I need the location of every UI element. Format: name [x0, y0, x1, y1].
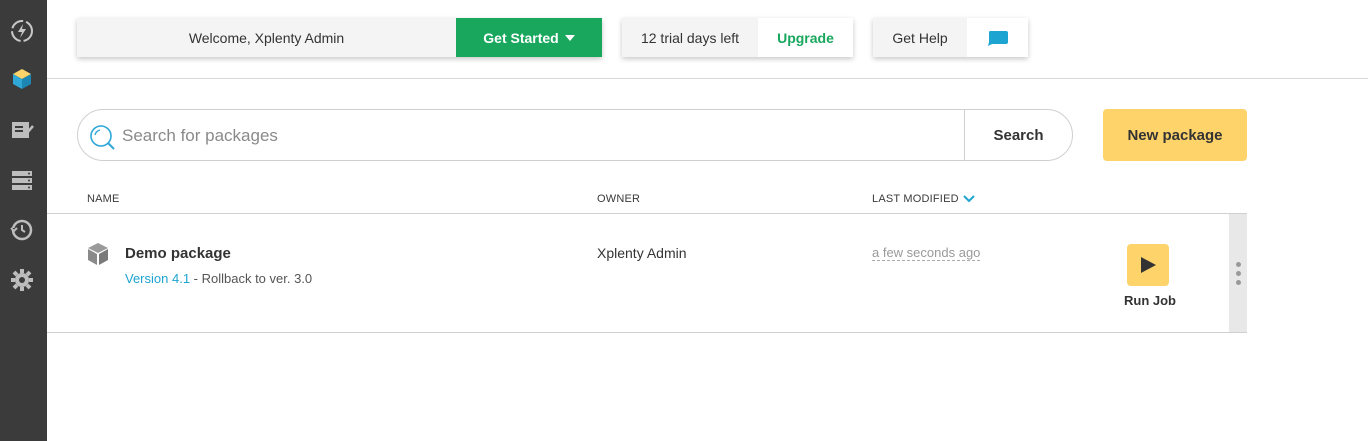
lightning-icon[interactable]	[9, 18, 35, 44]
upgrade-button[interactable]: Upgrade	[758, 18, 853, 57]
schedules-icon[interactable]	[9, 217, 35, 243]
clusters-icon[interactable]	[9, 167, 35, 193]
caret-down-icon	[564, 34, 575, 41]
search-input[interactable]	[122, 123, 962, 149]
get-started-button[interactable]: Get Started	[456, 18, 602, 57]
table-row: Demo package Version 4.1 - Rollback to v…	[47, 214, 1247, 333]
menu-dot	[1235, 261, 1241, 267]
column-header-owner[interactable]: OWNER	[597, 193, 640, 205]
help-card: Get Help	[873, 18, 1028, 57]
menu-dot	[1235, 270, 1241, 276]
play-icon	[1141, 257, 1156, 273]
new-package-button[interactable]: New package	[1103, 109, 1247, 161]
chat-button[interactable]	[967, 18, 1028, 57]
menu-dot	[1235, 279, 1241, 285]
column-header-last-modified-label: LAST MODIFIED	[872, 193, 959, 205]
run-job-button[interactable]	[1127, 244, 1169, 286]
column-header-name[interactable]: NAME	[87, 193, 120, 205]
package-version: Version 4.1 - Rollback to ver. 3.0	[125, 271, 312, 286]
jobs-icon[interactable]	[9, 117, 35, 143]
chat-icon	[987, 30, 1008, 46]
package-name[interactable]: Demo package	[125, 245, 231, 262]
packages-icon[interactable]	[9, 66, 35, 92]
version-link[interactable]: Version 4.1	[125, 271, 190, 286]
settings-icon[interactable]	[9, 267, 35, 293]
row-menu-handle[interactable]	[1229, 214, 1247, 332]
column-header-last-modified[interactable]: LAST MODIFIED	[872, 193, 975, 205]
trial-text: 12 trial days left	[640, 29, 740, 46]
get-help-link[interactable]: Get Help	[873, 18, 967, 57]
trial-card: 12 trial days left Upgrade	[622, 18, 853, 57]
get-started-label: Get Started	[483, 29, 559, 46]
package-owner: Xplenty Admin	[597, 245, 687, 261]
chevron-down-icon	[963, 195, 975, 203]
search-icon	[90, 125, 115, 150]
run-job-label[interactable]: Run Job	[1115, 293, 1185, 308]
package-icon	[88, 243, 108, 265]
version-rollback-text: - Rollback to ver. 3.0	[190, 271, 313, 286]
sidebar	[0, 0, 47, 441]
search-bar: Search	[77, 109, 1073, 161]
welcome-text: Welcome, Xplenty Admin	[188, 29, 345, 46]
last-modified: a few seconds ago	[872, 245, 981, 261]
welcome-card: Welcome, Xplenty Admin Get Started	[77, 18, 602, 57]
search-button[interactable]: Search	[964, 110, 1072, 160]
top-bar: Welcome, Xplenty Admin Get Started 12 tr…	[47, 0, 1368, 79]
